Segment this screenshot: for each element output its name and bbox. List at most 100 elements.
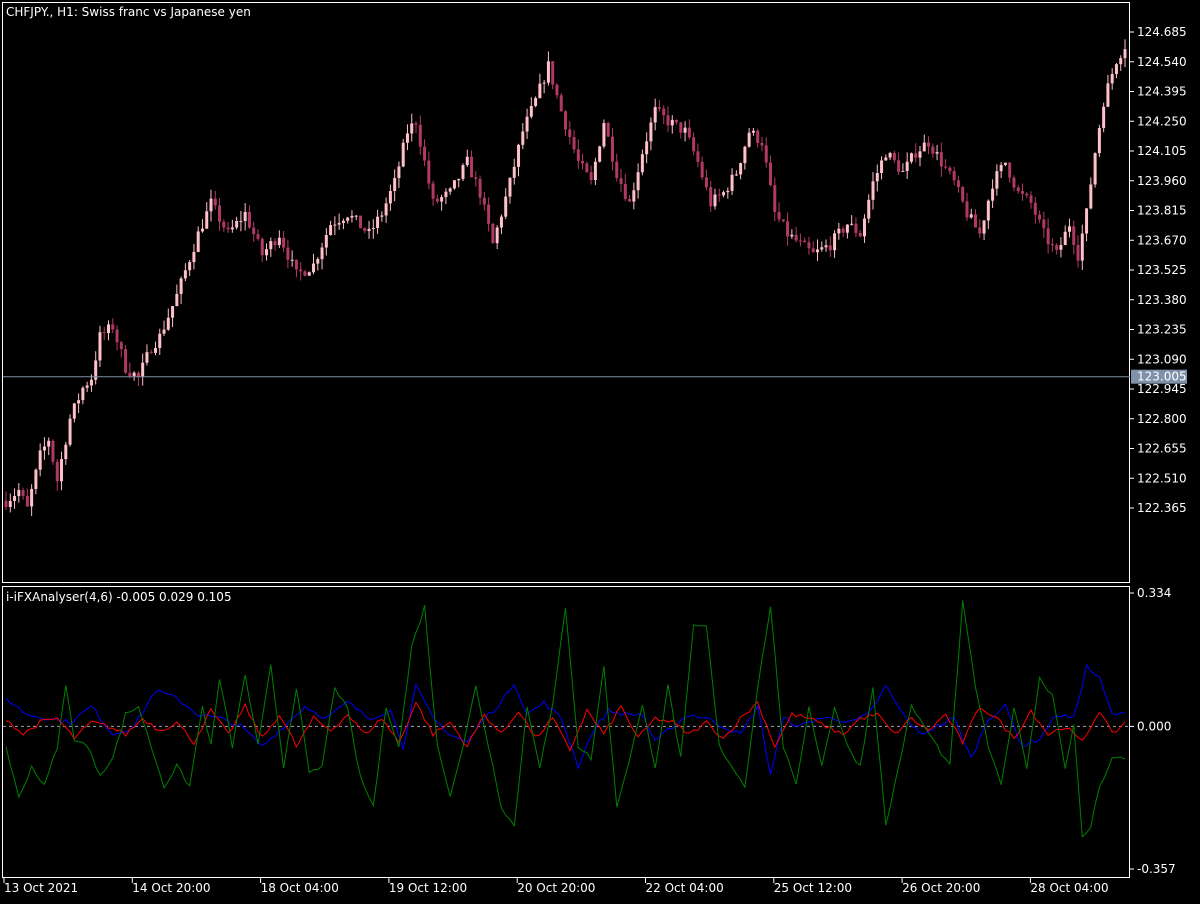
candle-body — [1042, 219, 1046, 229]
candle-body — [363, 228, 367, 232]
candle-body — [615, 161, 619, 179]
time-tick-label: 28 Oct 04:00 — [1030, 881, 1108, 895]
indicator-axis: 0.334 0.000 -0.357 — [1130, 586, 1176, 876]
candle-body — [717, 194, 721, 196]
candle-body — [252, 227, 256, 235]
candle-body — [179, 278, 183, 294]
trading-chart[interactable]: 123.005 124.685 124.540 124.395 124.250 124.… — [0, 0, 1200, 900]
candle-body — [884, 157, 888, 161]
candle-body — [777, 212, 781, 220]
candle-body — [205, 211, 209, 229]
candle-body — [833, 233, 837, 251]
candle-body — [192, 251, 196, 263]
indicator-series-green — [5, 600, 1126, 838]
candle-body — [700, 161, 704, 178]
candle-body — [657, 107, 661, 109]
candle-body — [640, 154, 644, 173]
candle-body — [1012, 177, 1016, 188]
candle-body — [956, 180, 960, 188]
candle-body — [794, 234, 798, 241]
candle-body — [423, 146, 427, 161]
candle-body — [572, 137, 576, 150]
candle-body — [1106, 83, 1110, 107]
candle-body — [901, 171, 905, 173]
candle-body — [1046, 228, 1050, 245]
candle-body — [1025, 193, 1029, 196]
candle-body — [704, 177, 708, 188]
candle-body — [798, 240, 802, 242]
candle-body — [68, 418, 72, 445]
candle-body — [235, 221, 239, 228]
candle-body — [828, 245, 832, 251]
price-tick-label: 124.540 — [1137, 55, 1187, 69]
candle-body — [51, 440, 55, 462]
candle-body — [999, 164, 1003, 172]
price-tick-label: 124.105 — [1137, 144, 1187, 158]
candle-body — [815, 249, 819, 253]
candle-body — [1076, 244, 1080, 261]
candle-body — [414, 123, 418, 125]
candle-body — [546, 61, 550, 83]
candle-body — [401, 142, 405, 167]
candle-body — [393, 178, 397, 192]
candle-body — [491, 223, 495, 244]
candle-body — [687, 127, 691, 138]
candle-body — [875, 173, 879, 182]
candle-body — [820, 247, 824, 250]
price-tick-label: 124.250 — [1137, 114, 1187, 128]
chart-canvas[interactable]: 123.005 124.685124.540124.395124.250124.… — [0, 0, 1200, 900]
candle-body — [25, 495, 29, 507]
candle-body — [854, 223, 858, 234]
candle-body — [102, 332, 106, 334]
candle-body — [1114, 64, 1118, 75]
main-pane-frame — [2, 2, 1130, 583]
candle-body — [559, 95, 563, 112]
candle-body — [880, 160, 884, 174]
candle-body — [722, 192, 726, 196]
candle-body — [277, 237, 281, 246]
candle-body — [978, 227, 982, 234]
indicator-tick-label: 0.000 — [1137, 719, 1171, 733]
candle-body — [764, 145, 768, 163]
price-tick-label: 122.655 — [1137, 442, 1187, 456]
candle-body — [239, 221, 243, 223]
candle-body — [153, 347, 157, 353]
candle-body — [294, 259, 298, 270]
candle-body — [534, 98, 538, 106]
candle-body — [77, 400, 81, 404]
candle-body — [1038, 214, 1042, 220]
candle-body — [457, 178, 461, 181]
candle-body — [845, 224, 849, 233]
candle-body — [1063, 231, 1067, 246]
candle-body — [610, 136, 614, 162]
candle-body — [141, 362, 145, 377]
candle-body — [1093, 153, 1097, 185]
candle-body — [628, 199, 632, 202]
candle-body — [85, 385, 89, 388]
candle-body — [452, 180, 456, 189]
candle-body — [188, 262, 192, 271]
price-tick-label: 123.815 — [1137, 204, 1187, 218]
candle-body — [961, 187, 965, 202]
candle-body — [653, 107, 657, 123]
candle-body — [21, 490, 25, 496]
candle-body — [115, 329, 119, 343]
candle-body — [303, 271, 307, 276]
price-tick-label: 123.090 — [1137, 352, 1187, 366]
candle-body — [418, 124, 422, 147]
candle-body — [474, 177, 478, 179]
candle-body — [495, 227, 499, 244]
candle-body — [730, 174, 734, 191]
candle-body — [1097, 127, 1101, 154]
price-tick-label: 123.670 — [1137, 233, 1187, 247]
candle-body — [585, 163, 589, 173]
candle-body — [568, 129, 572, 138]
candle-body — [619, 178, 623, 185]
price-axis: 124.685 124.540 124.395 124.250 124.105 123.9… — [1130, 25, 1187, 515]
candle-body — [909, 153, 913, 162]
candle-body — [282, 237, 286, 248]
candle-body — [175, 293, 179, 307]
candle-body — [320, 247, 324, 260]
candle-body — [1050, 244, 1054, 246]
candle-body — [1089, 184, 1093, 209]
